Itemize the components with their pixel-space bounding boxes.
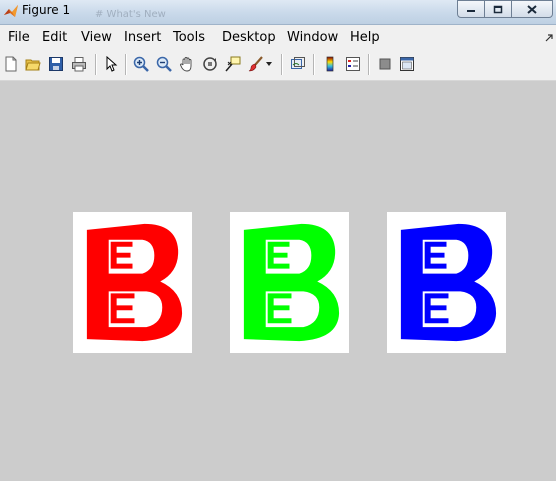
- minimize-icon: [467, 10, 475, 12]
- toolbar-separator: [281, 54, 283, 75]
- maximize-icon: [493, 5, 503, 13]
- zoom-out-icon[interactable]: [155, 55, 173, 73]
- link-plot-icon[interactable]: [289, 55, 307, 73]
- menu-window[interactable]: Window: [287, 30, 338, 45]
- figure-canvas[interactable]: [0, 81, 556, 481]
- rotate-3d-icon[interactable]: [201, 55, 219, 73]
- menu-tools[interactable]: Tools: [173, 30, 205, 45]
- menu-bar: File Edit View Insert Tools Desktop Wind…: [0, 25, 556, 49]
- green-channel-image[interactable]: [230, 212, 349, 353]
- red-channel-image[interactable]: [73, 212, 192, 353]
- zoom-in-icon[interactable]: [132, 55, 150, 73]
- menu-edit[interactable]: Edit: [42, 30, 67, 45]
- save-icon[interactable]: [47, 55, 65, 73]
- menu-view[interactable]: View: [81, 30, 112, 45]
- matlab-logo-icon: [4, 5, 18, 17]
- hide-plot-tools-icon[interactable]: [376, 55, 394, 73]
- toolbar-separator: [313, 54, 315, 75]
- pointer-icon[interactable]: [102, 55, 120, 73]
- close-button[interactable]: [511, 0, 553, 18]
- new-figure-icon[interactable]: [2, 55, 20, 73]
- blue-channel-image[interactable]: [387, 212, 506, 353]
- menu-help[interactable]: Help: [350, 30, 380, 45]
- pan-icon[interactable]: [178, 55, 196, 73]
- menu-insert[interactable]: Insert: [124, 30, 161, 45]
- open-file-icon[interactable]: [24, 55, 42, 73]
- colorbar-icon[interactable]: [321, 55, 339, 73]
- toolbar-separator: [368, 54, 370, 75]
- figure-toolbar: [0, 49, 556, 81]
- show-plot-tools-icon[interactable]: [398, 55, 416, 73]
- toolbar-separator: [125, 54, 127, 75]
- print-icon[interactable]: [70, 55, 88, 73]
- menu-desktop[interactable]: Desktop: [222, 30, 276, 45]
- minimize-button[interactable]: [457, 0, 485, 18]
- data-cursor-icon[interactable]: [224, 55, 242, 73]
- menu-file[interactable]: File: [8, 30, 30, 45]
- maximize-button[interactable]: [484, 0, 512, 18]
- legend-icon[interactable]: [344, 55, 362, 73]
- close-icon: [527, 4, 537, 14]
- dock-arrow-icon[interactable]: [545, 34, 553, 42]
- title-bar: Figure 1 # What's New: [0, 0, 556, 25]
- brush-icon[interactable]: [247, 55, 265, 73]
- brush-dropdown-icon[interactable]: [264, 55, 274, 73]
- background-window-text: # What's New: [95, 9, 166, 20]
- toolbar-separator: [95, 54, 97, 75]
- window-title: Figure 1: [22, 3, 71, 17]
